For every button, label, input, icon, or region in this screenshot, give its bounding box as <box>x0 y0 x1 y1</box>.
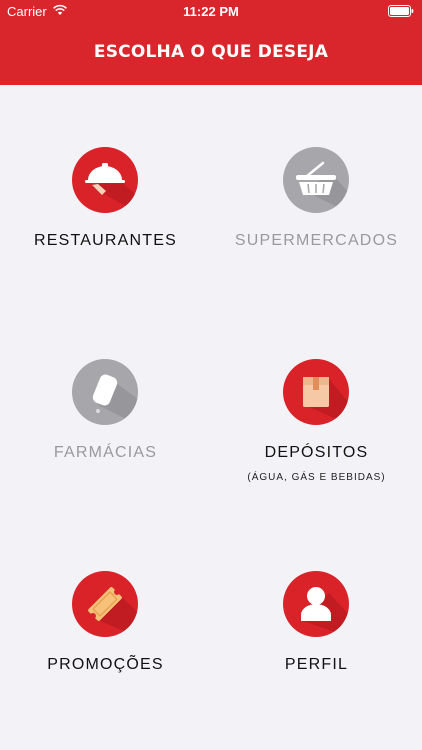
menu-depositos-sublabel: (ÁGUA, GÁS E BEBIDAS) <box>247 472 386 483</box>
waiter-cloche-icon <box>72 147 138 213</box>
menu-depositos[interactable]: DEPÓSITOS (ÁGUA, GÁS E BEBIDAS) <box>211 359 422 509</box>
shopping-basket-icon <box>283 147 349 213</box>
user-profile-icon <box>283 571 349 637</box>
menu-depositos-label: DEPÓSITOS <box>264 444 369 461</box>
menu-promocoes-label: PROMOÇÕES <box>47 656 164 673</box>
battery-icon <box>388 5 414 20</box>
menu-restaurantes-label: RESTAURANTES <box>33 232 177 249</box>
menu-farmacias-label: FARMÁCIAS <box>53 444 158 461</box>
menu-restaurantes[interactable]: RESTAURANTES <box>0 147 211 297</box>
ticket-icon <box>72 571 138 637</box>
menu-farmacias[interactable]: FARMÁCIAS <box>0 359 211 509</box>
menu-perfil-label: PERFIL <box>284 656 349 673</box>
status-bar: Carrier 11:22 PM <box>0 0 422 22</box>
menu-perfil[interactable]: PERFIL <box>211 571 422 721</box>
box-icon <box>283 359 349 425</box>
menu-supermercados-label: SUPERMERCADOS <box>234 232 399 249</box>
medicine-icon <box>72 359 138 425</box>
header-bar: Carrier 11:22 PM ESCOLHA O QUE DESEJA <box>0 0 422 85</box>
page-title: ESCOLHA O QUE DESEJA <box>93 42 329 62</box>
clock: 11:22 PM <box>183 4 239 19</box>
menu-promocoes[interactable]: PROMOÇÕES <box>0 571 211 721</box>
menu-supermercados[interactable]: SUPERMERCADOS <box>211 147 422 297</box>
